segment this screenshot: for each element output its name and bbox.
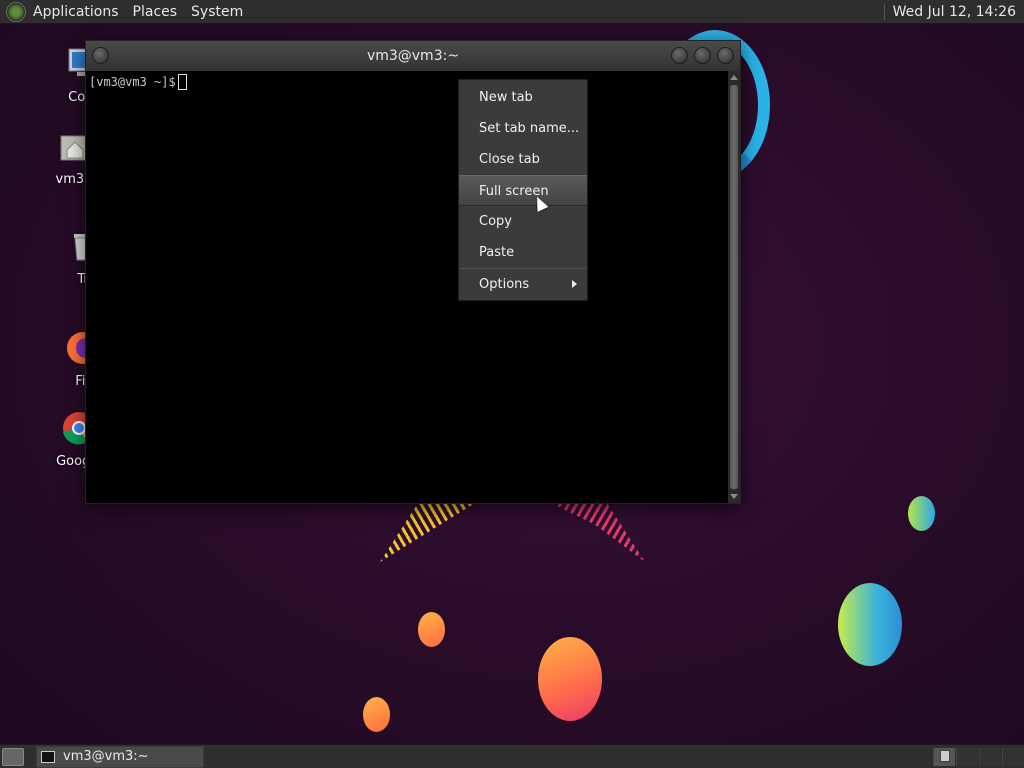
menu-item-set-tab-name[interactable]: Set tab name... xyxy=(459,113,587,144)
panel-clock[interactable]: Wed Jul 12, 14:26 xyxy=(883,3,1022,20)
submenu-arrow-icon xyxy=(572,280,577,288)
menu-places[interactable]: Places xyxy=(126,4,185,20)
menu-applications[interactable]: Applications xyxy=(26,4,126,20)
wallpaper-stripes-right xyxy=(545,500,645,562)
terminal-area[interactable]: [vm3@vm3 ~]$ xyxy=(86,71,728,503)
menu-item-copy[interactable]: Copy xyxy=(459,206,587,237)
wallpaper-blob xyxy=(908,496,935,531)
menu-item-close-tab[interactable]: Close tab xyxy=(459,144,587,175)
distro-logo-icon[interactable] xyxy=(6,1,26,22)
wallpaper-blob xyxy=(418,612,445,647)
taskbar-window-button[interactable]: vm3@vm3:~ xyxy=(36,745,204,768)
terminal-icon xyxy=(41,750,55,763)
maximize-button[interactable] xyxy=(694,47,711,64)
show-desktop-icon[interactable] xyxy=(2,747,24,766)
window-menu-button[interactable] xyxy=(92,47,109,64)
scroll-up-icon[interactable] xyxy=(730,75,738,80)
workspace-2[interactable] xyxy=(956,747,978,766)
terminal-window[interactable]: vm3@vm3:~ [vm3@vm3 ~]$ xyxy=(85,40,741,504)
taskbar-window-label: vm3@vm3:~ xyxy=(63,749,149,764)
wallpaper-stripes-left xyxy=(380,500,480,562)
terminal-context-menu: New tab Set tab name... Close tab Full s… xyxy=(458,79,588,301)
terminal-scrollbar[interactable] xyxy=(728,71,740,503)
menu-item-full-screen[interactable]: Full screen xyxy=(459,175,587,206)
scroll-thumb[interactable] xyxy=(730,85,738,489)
window-title: vm3@vm3:~ xyxy=(366,48,460,64)
menu-item-options[interactable]: Options xyxy=(459,269,587,300)
close-button[interactable] xyxy=(717,47,734,64)
menu-system[interactable]: System xyxy=(184,4,250,20)
text-cursor xyxy=(177,74,187,90)
workspace-1[interactable] xyxy=(933,747,955,766)
bottom-panel: vm3@vm3:~ xyxy=(0,744,1024,768)
window-titlebar[interactable]: vm3@vm3:~ xyxy=(86,41,740,71)
workspace-3[interactable] xyxy=(979,747,1001,766)
menu-item-paste[interactable]: Paste xyxy=(459,237,587,268)
menu-item-new-tab[interactable]: New tab xyxy=(459,82,587,113)
wallpaper-blob xyxy=(363,697,390,732)
shell-prompt: [vm3@vm3 ~]$ xyxy=(89,75,176,89)
scroll-down-icon[interactable] xyxy=(730,494,738,499)
menu-item-options-label: Options xyxy=(479,277,530,292)
workspace-4[interactable] xyxy=(1002,747,1024,766)
wallpaper-blob xyxy=(538,637,602,721)
wallpaper-blob xyxy=(838,583,902,666)
minimize-button[interactable] xyxy=(671,47,688,64)
top-panel: Applications Places System Wed Jul 12, 1… xyxy=(0,0,1024,24)
